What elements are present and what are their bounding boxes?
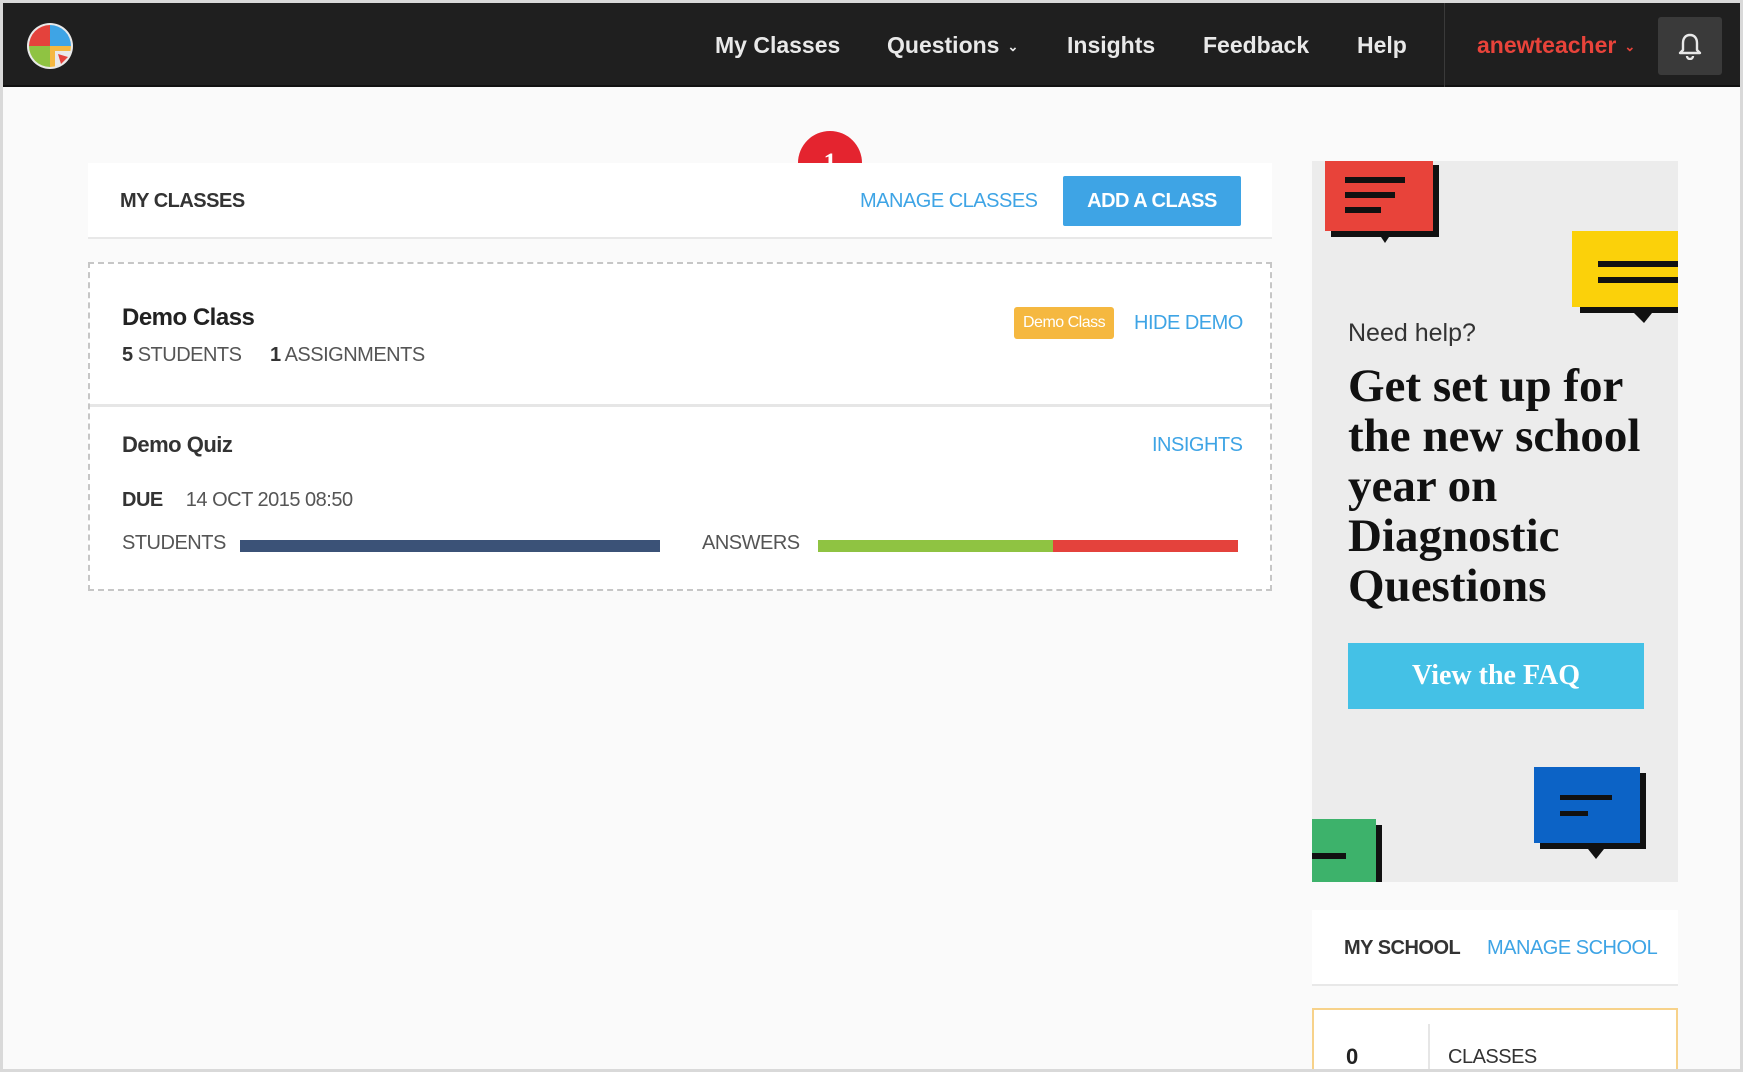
students-count: 5 STUDENTS	[122, 344, 242, 367]
assignments-count-label: ASSIGNMENTS	[284, 344, 426, 366]
chevron-down-icon: ⌄	[1007, 39, 1019, 54]
nav-questions[interactable]: Questions ⌄	[887, 3, 1018, 87]
help-headline: Get set up for the new school year on Di…	[1348, 360, 1641, 612]
due-date: DUE 14 OCT 2015 08:50	[122, 489, 353, 512]
chevron-down-icon: ⌄	[1624, 39, 1636, 54]
my-school-title: MY SCHOOL	[1344, 937, 1461, 959]
demo-class-card: Demo Class 5 STUDENTS 1 ASSIGNMENTS Demo…	[88, 262, 1272, 591]
assignments-count-value: 1	[270, 344, 281, 366]
demo-class-badge: Demo Class	[1014, 307, 1115, 339]
nav-feedback[interactable]: Feedback	[1203, 3, 1309, 87]
manage-school-link[interactable]: MANAGE SCHOOL	[1487, 910, 1658, 986]
my-school-header: MY SCHOOL MANAGE SCHOOL	[1312, 910, 1678, 986]
nav-insights[interactable]: Insights	[1067, 3, 1155, 87]
bell-icon	[1678, 33, 1702, 60]
answers-progress-bar	[818, 540, 1238, 552]
quiz-name[interactable]: Demo Quiz	[122, 432, 233, 458]
students-bar-label: STUDENTS	[122, 532, 226, 554]
help-banner: Need help? Get set up for the new school…	[1312, 161, 1678, 882]
school-stats: 0 CLASSES	[1312, 1008, 1678, 1072]
nav-divider	[1444, 3, 1445, 87]
speech-bubble-icon	[1572, 231, 1678, 323]
add-class-button[interactable]: ADD A CLASS	[1063, 176, 1241, 226]
speech-bubble-icon	[1325, 161, 1439, 243]
nav-help[interactable]: Help	[1357, 3, 1407, 87]
speech-bubble-icon	[1534, 767, 1646, 859]
answers-bar-label: ANSWERS	[702, 532, 800, 554]
need-help-text: Need help?	[1348, 319, 1476, 347]
my-classes-header: MY CLASSES MANAGE CLASSES ADD A CLASS	[88, 163, 1272, 239]
assignments-count: 1 ASSIGNMENTS	[270, 344, 425, 367]
hide-demo-link[interactable]: HIDE DEMO	[1134, 307, 1243, 339]
my-classes-title: MY CLASSES	[120, 190, 245, 212]
nav-questions-label: Questions	[887, 32, 1000, 58]
app-logo-icon[interactable]	[25, 21, 75, 71]
top-nav-bar: My Classes Questions ⌄ Insights Feedback …	[3, 3, 1740, 87]
manage-classes-link[interactable]: MANAGE CLASSES	[860, 163, 1038, 239]
students-count-label: STUDENTS	[137, 344, 242, 366]
speech-bubble-icon	[1312, 819, 1382, 882]
classes-count-value: 0	[1346, 1044, 1359, 1069]
students-count-value: 5	[122, 344, 133, 366]
answers-incorrect-segment	[1053, 540, 1238, 552]
answers-correct-segment	[818, 540, 1054, 552]
students-progress-bar	[240, 540, 660, 552]
stats-divider	[1428, 1024, 1430, 1072]
nav-my-classes[interactable]: My Classes	[715, 3, 840, 87]
quiz-insights-link[interactable]: INSIGHTS	[1152, 434, 1243, 457]
due-value: 14 OCT 2015 08:50	[185, 489, 353, 511]
classes-count-label: CLASSES	[1448, 1046, 1537, 1068]
user-name: anewteacher	[1477, 32, 1617, 58]
demo-class-header: Demo Class 5 STUDENTS 1 ASSIGNMENTS Demo…	[90, 264, 1270, 407]
notifications-button[interactable]	[1658, 17, 1722, 75]
view-faq-button[interactable]: View the FAQ	[1348, 643, 1644, 709]
user-menu[interactable]: anewteacher ⌄	[1477, 3, 1635, 87]
due-label: DUE	[122, 489, 163, 511]
class-name[interactable]: Demo Class	[122, 304, 255, 332]
